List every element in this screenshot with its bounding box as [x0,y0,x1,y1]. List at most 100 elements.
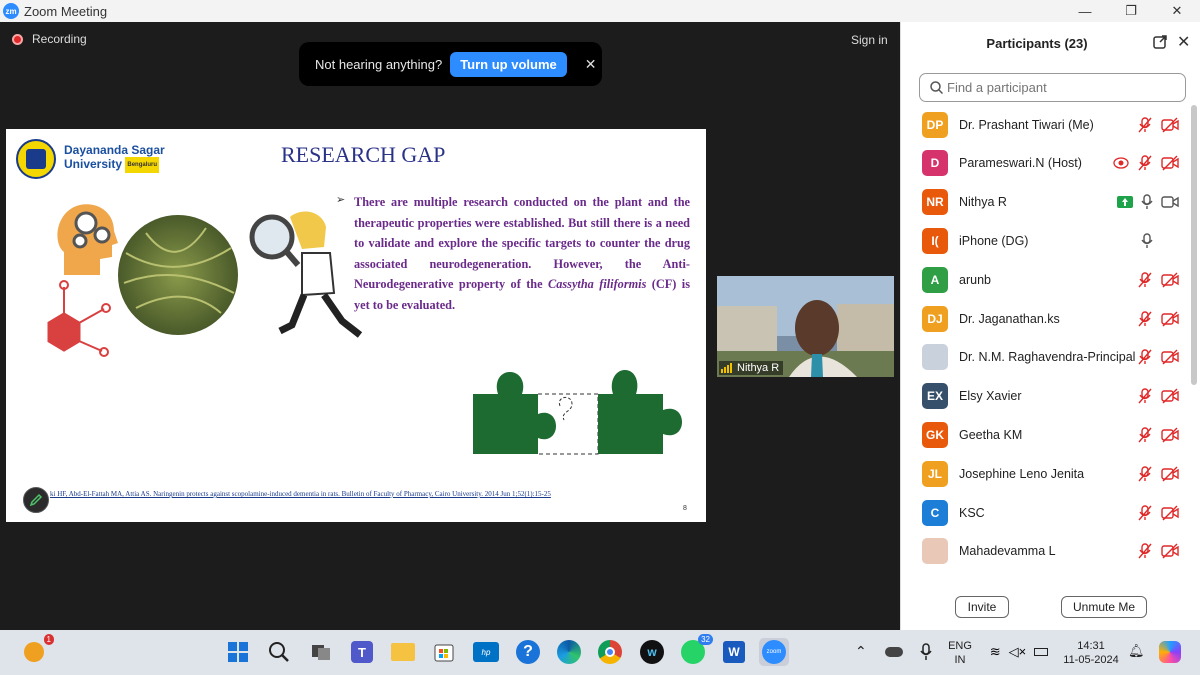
chrome-app[interactable] [596,638,624,666]
word-icon: W [723,641,745,663]
participant-row[interactable]: JL Josephine Leno Jenita [901,454,1189,493]
camera-off-icon [1161,155,1179,171]
panel-close-icon[interactable]: ✕ [1177,32,1190,52]
plant-photo [118,215,238,335]
notification-bell-icon[interactable]: 🔔︎ [1128,644,1145,658]
teams-icon: T [351,641,373,663]
system-tray-icons[interactable]: ≋ ◁× [984,638,1054,666]
participant-row[interactable]: EX Elsy Xavier [901,377,1189,416]
shared-screen-slide: Dayananda Sagar University Bengaluru RES… [6,129,706,522]
participant-avatar: JL [922,460,948,487]
participant-row[interactable]: I(iPhone (DG) [901,221,1189,260]
participant-status-icons [1137,543,1179,559]
region-code: IN [954,654,966,666]
language-code: ENG [948,640,972,652]
pen-icon [29,493,43,507]
minimize-button[interactable]: — [1062,0,1108,22]
invite-button[interactable]: Invite [955,596,1009,618]
edge-app[interactable] [555,638,583,666]
search-input[interactable] [947,80,1177,95]
folder-icon [391,643,415,661]
clock[interactable]: 14:31 11-05-2024 [1058,639,1124,667]
toast-message: Not hearing anything? [315,56,443,72]
language-indicator[interactable]: ENG IN [944,639,976,667]
edge-icon [557,640,581,664]
audio-toast: Not hearing anything? Turn up volume ✕ [299,42,602,86]
help-icon: ? [516,640,540,664]
participant-row[interactable]: C KSC [901,493,1189,532]
participant-scrollbar[interactable] [1191,105,1197,577]
participant-name: Mahadevamma L [959,544,1056,559]
signal-strength-icon [721,363,733,373]
puzzle-pieces-icon [473,370,682,455]
task-view-icon [312,645,330,660]
myhp-app[interactable]: hp [472,638,500,666]
participant-row[interactable]: DP Dr. Prashant Tiwari (Me) [901,105,1189,144]
participant-avatar [922,538,948,565]
microphone-muted-icon [1138,155,1152,171]
participant-name: Dr. Jaganathan.ks [959,311,1060,326]
hp-icon: hp [473,642,499,662]
participant-row[interactable]: GK Geetha KM [901,415,1189,454]
participant-avatar: A [922,266,948,293]
participant-name: Dr. Prashant Tiwari (Me) [959,117,1094,132]
participant-video-tile[interactable]: Nithya R [717,276,894,377]
participant-list: DP Dr. Prashant Tiwari (Me) D Parameswari.N… [901,105,1189,577]
restore-button[interactable]: ❐ [1108,0,1154,22]
zoom-app[interactable]: zoom [759,638,789,666]
participant-status-icons [1137,388,1179,404]
participant-row[interactable]: Mahadevamma L [901,532,1189,571]
university-seal-icon [16,139,56,179]
unmute-me-button[interactable]: Unmute Me [1061,596,1147,618]
participant-avatar: D [922,150,948,177]
microphone-muted-icon [1138,349,1152,365]
participant-search[interactable] [919,73,1186,102]
participant-row[interactable]: DJ Dr. Jaganathan.ks [901,299,1189,338]
toast-close-icon[interactable]: ✕ [585,56,597,73]
microphone-muted-icon [1138,427,1152,443]
logo-city: Bengaluru [125,157,160,173]
participant-row[interactable]: NR Nithya R [901,183,1189,222]
participant-name: Parameswari.N (Host) [959,156,1082,171]
university-logo-text: Dayananda Sagar University Bengaluru [64,143,165,173]
microphone-icon [920,643,932,660]
onedrive-tray[interactable] [880,638,908,666]
task-view[interactable] [307,638,335,666]
annotate-pen-button[interactable] [23,487,49,513]
participant-avatar: GK [922,421,948,448]
file-explorer-app[interactable] [389,638,417,666]
copilot-button[interactable] [1156,638,1184,666]
microphone-muted-icon [1138,271,1152,288]
close-window-button[interactable]: ✕ [1154,0,1200,22]
participants-title: Participants (23) [986,36,1088,51]
recording-indicator[interactable]: Recording [12,32,87,46]
weather-widget[interactable]: 1 [20,634,54,666]
screen-share-icon [1117,196,1133,209]
whatsapp-app[interactable]: 32 [679,634,713,666]
mic-tray[interactable] [912,638,940,666]
taskbar-search[interactable] [265,638,293,666]
participant-name: Dr. N.M. Raghavendra-Principal [959,350,1136,365]
teams-app[interactable]: T [348,638,376,666]
microphone-muted-icon [1138,504,1152,520]
whatsapp-badge: 32 [698,634,713,645]
store-app[interactable] [430,638,458,666]
camera-icon [1161,196,1179,208]
participant-row[interactable]: Dr. N.M. Raghavendra-Principal [901,338,1189,377]
camera-off-icon [1161,311,1179,326]
word-app[interactable]: W [720,638,748,666]
participant-row[interactable]: Aarunb [901,260,1189,299]
camera-off-icon [1161,505,1179,520]
participant-row[interactable]: D Parameswari.N (Host) [901,144,1189,183]
webex-app[interactable]: w [638,638,666,666]
participant-status-icons [1137,310,1179,327]
participant-status-icons [1137,271,1179,288]
camera-off-icon [1161,388,1179,404]
start-button[interactable] [224,638,252,666]
sign-in-button[interactable]: Sign in [845,30,894,50]
recording-icon [12,33,23,45]
turn-up-volume-button[interactable]: Turn up volume [450,51,567,77]
help-app[interactable]: ? [514,638,542,666]
popout-icon[interactable] [1152,34,1168,50]
tray-overflow-icon[interactable]: ⌃ [855,644,867,658]
